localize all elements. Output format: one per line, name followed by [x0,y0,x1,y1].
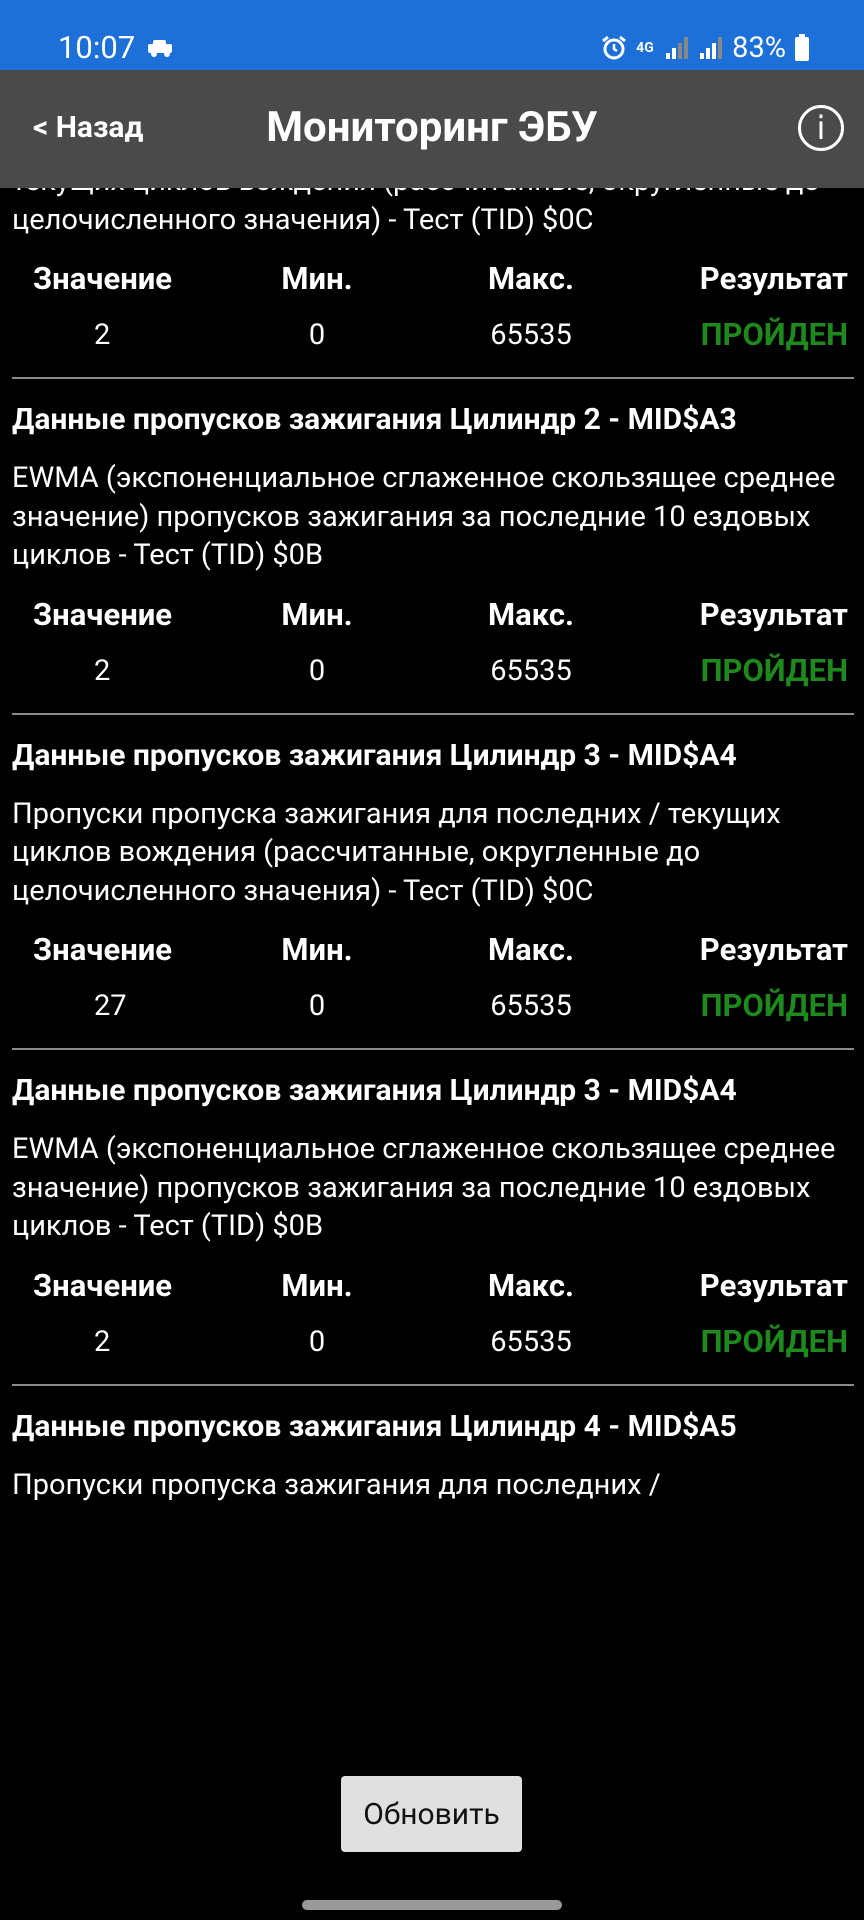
battery-icon [795,34,809,61]
entry-description: текущих циклов вождения (рассчитанные, о… [12,188,820,237]
max-header: Макс. [487,595,575,633]
result-header: Результат [699,931,848,968]
max-cell: 65535 [490,318,572,352]
result-header: Результат [699,260,848,297]
value-header: Значение [33,1266,173,1304]
entry-description: Пропуски пропуска зажигания для последни… [12,1467,661,1502]
min-header: Мин. [281,260,353,297]
results-table: Значение Мин. Макс. Результат 2 0 65535 ПРОЙДЕН [12,259,854,355]
value-cell: 2 [94,653,111,688]
max-header: Макс. [487,1266,575,1304]
value-cell: 27 [94,989,127,1023]
signal-icon-2 [700,37,723,59]
results-table: Значение Мин. Макс. Результат 27 0 65535 ПРОЙДЕ… [12,930,854,1026]
value-cell: 2 [94,1324,111,1359]
max-cell: 65535 [490,989,572,1023]
battery-percent: 83% [732,31,786,65]
min-cell: 0 [308,318,326,352]
result-status-badge: ПРОЙДЕН [700,316,848,353]
results-list[interactable]: текущих циклов вождения (рассчитанные, о… [0,188,864,1750]
min-cell: 0 [308,653,326,688]
entry-title: Данные пропусков зажигания Цилиндр 3 - M… [12,737,737,773]
max-header: Макс. [487,260,575,297]
value-header: Значение [33,931,173,968]
results-table: Значение Мин. Макс. Результат 2 0 65535 ПРОЙДЕН [12,1266,854,1362]
min-header: Мин. [281,595,353,633]
home-indicator[interactable] [302,1900,562,1910]
signal-icon [666,37,689,59]
results-table: Значение Мин. Макс. Результат 2 0 65535 ПРОЙДЕН [12,595,854,691]
entry-description: EWMA (экспоненциальное сглаженное скольз… [12,461,836,572]
results-scroll: текущих циклов вождения (рассчитанные, о… [12,188,854,1566]
refresh-button[interactable]: Обновить [341,1776,522,1852]
network-type: 4G [636,40,654,56]
car-icon [148,40,172,57]
result-status-badge: ПРОЙДЕН [700,987,848,1024]
max-cell: 65535 [490,1324,572,1359]
result-entry: Данные пропусков зажигания Цилиндр 4 - M… [12,1406,854,1547]
result-status-badge: ПРОЙДЕН [700,1322,848,1360]
result-header: Результат [699,595,848,633]
page-title: Мониторинг ЭБУ [266,103,598,152]
entry-description: Пропуски пропуска зажигания для последни… [12,796,781,908]
bottom-bar: Обновить [0,1750,864,1920]
max-cell: 65535 [490,653,572,688]
status-time: 10:07 [58,29,136,66]
entry-description: EWMA (экспоненциальное сглаженное скольз… [12,1132,836,1243]
info-button[interactable]: i [798,105,844,151]
result-entry: Данные пропусков зажигания Цилиндр 3 - M… [12,1070,854,1386]
value-cell: 2 [94,318,111,352]
min-header: Мин. [281,931,353,968]
result-header: Результат [699,1266,848,1304]
result-status-badge: ПРОЙДЕН [700,651,848,689]
alarm-icon [602,35,627,60]
min-header: Мин. [281,1266,353,1304]
status-bar: 10:07 4G 83% [0,0,864,70]
max-header: Макс. [487,931,575,968]
status-icons: 4G 83% [600,28,810,68]
value-header: Значение [33,595,173,633]
entry-title: Данные пропусков зажигания Цилиндр 4 - M… [12,1408,737,1444]
value-header: Значение [33,260,173,297]
result-entry: текущих циклов вождения (рассчитанные, о… [12,188,854,379]
result-entry: Данные пропусков зажигания Цилиндр 3 - M… [12,735,854,1050]
min-cell: 0 [308,989,326,1023]
app-bar: < Назад Мониторинг ЭБУ i [0,70,864,188]
result-entry: Данные пропусков зажигания Цилиндр 2 - M… [12,399,854,715]
info-icon: i [816,109,826,147]
min-cell: 0 [308,1324,326,1359]
entry-title: Данные пропусков зажигания Цилиндр 2 - M… [12,402,737,437]
entry-title: Данные пропусков зажигания Цилиндр 3 - M… [12,1073,737,1108]
